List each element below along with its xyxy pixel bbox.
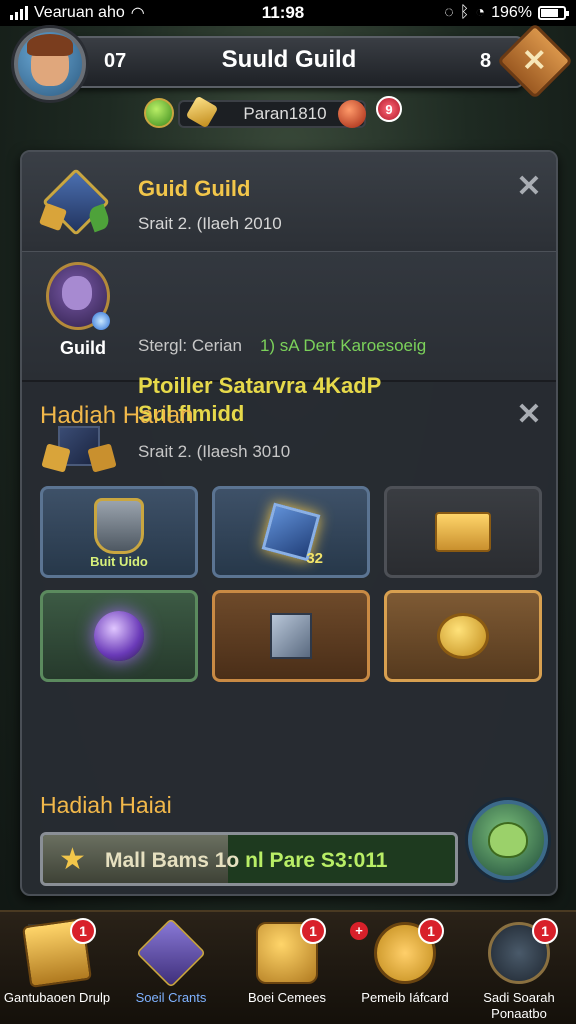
guild-card-close-icon[interactable]: ✕ xyxy=(514,172,544,202)
reward-tile[interactable] xyxy=(212,590,370,682)
player-level: 07 xyxy=(104,50,127,72)
progress-highlight: nl Pare S3:011 xyxy=(245,849,388,872)
battery-icon xyxy=(538,6,569,20)
nav-item-card[interactable]: + 1 Pemeib Iáfcard xyxy=(350,918,460,1022)
nav-label: Gantubaoen Drulp xyxy=(3,990,111,1005)
player-avatar[interactable] xyxy=(14,28,86,100)
header-count: 8 xyxy=(480,50,492,72)
currency-bar: Paran1810 9 xyxy=(142,95,412,132)
page-title: Suuld Guild xyxy=(221,46,357,73)
carrier-name: Vearuan aho xyxy=(34,4,125,21)
guild-chest-icon xyxy=(38,168,112,236)
guild-panel: Guid Guild Srait 2. (Ilaeh 2010 ✕ Ptoill… xyxy=(20,150,558,896)
reward-label: Buit Uido xyxy=(90,554,148,569)
daily-bonus-progress[interactable]: ★ Mall Bams 1o nl Pare S3:011 xyxy=(40,832,458,886)
currency-label: Paran1810 xyxy=(243,104,327,123)
red-gem-icon xyxy=(338,100,366,128)
armor-icon xyxy=(94,498,144,554)
nav-item-shop[interactable]: 1 Gantubaoen Drulp xyxy=(2,917,112,1022)
green-gem-icon xyxy=(144,98,174,128)
magic-orb-icon xyxy=(94,611,144,661)
star-icon: ★ xyxy=(59,843,86,876)
clock: 11:98 xyxy=(261,3,305,22)
reward-tile[interactable]: Buit Uido xyxy=(40,486,198,578)
reward-grid: Buit Uido 32 xyxy=(40,486,544,682)
guild-card[interactable]: Guid Guild Srait 2. (Ilaeh 2010 ✕ xyxy=(22,152,556,252)
wifi-icon: ◠ xyxy=(130,5,145,22)
member-card[interactable]: Ptoiller Satarvra 4KadP Sul flmidd xyxy=(22,252,556,426)
plus-icon: + xyxy=(350,922,368,940)
member-portrait-icon xyxy=(42,260,116,344)
member-meta-highlight: 1) sA Dert Karoesoeig xyxy=(259,336,427,355)
nav-item-crafts[interactable]: Soeil Crants xyxy=(116,917,226,1022)
reward-tile[interactable] xyxy=(384,590,542,682)
nav-label: Pemeib Iáfcard xyxy=(361,990,449,1005)
reward-tile[interactable] xyxy=(384,486,542,578)
daily-rewards-close-icon[interactable]: ✕ xyxy=(514,400,544,430)
nav-label: Boei Cemees xyxy=(247,990,327,1005)
nav-label: Sadi Soarah Ponaatbo xyxy=(483,990,555,1021)
header: 07 Suuld Guild 8 ✕ xyxy=(14,22,574,100)
silver-cube-icon xyxy=(270,613,312,659)
bluetooth-icon: ᛒ xyxy=(459,4,470,21)
gold-box-icon xyxy=(435,512,491,552)
reward-count: 32 xyxy=(306,550,323,567)
daily-rewards-subtitle: Srait 2. (Ilaesh 3010 xyxy=(138,442,291,461)
gold-coins-icon xyxy=(437,613,489,659)
nav-label: Soeil Crants xyxy=(135,990,207,1005)
progress-label: Mall Bams 1o xyxy=(105,849,240,872)
nav-badge: 1 xyxy=(70,918,96,944)
sync-icon: ◌ xyxy=(444,4,454,21)
guild-card-subtitle: Srait 2. (Ilaeh 2010 xyxy=(138,214,282,233)
pet-icon xyxy=(488,822,528,858)
nav-badge: 1 xyxy=(300,918,326,944)
close-icon: ✕ xyxy=(522,44,548,78)
reward-tile[interactable] xyxy=(40,590,198,682)
signal-icon xyxy=(10,6,28,20)
nav-item-search[interactable]: 1 Sadi Soarah Ponaatbo xyxy=(464,918,574,1022)
pet-button[interactable] xyxy=(468,800,548,880)
notification-badge[interactable]: 9 xyxy=(376,96,402,122)
avatar-face xyxy=(27,34,73,86)
member-card-title-line1: Ptoiller Satarvra 4KadP xyxy=(138,373,382,398)
bottom-nav: 1 Gantubaoen Drulp Soeil Crants 1 Boei C… xyxy=(0,910,576,1024)
hammer-icon xyxy=(135,917,207,989)
daily-bonus-title: Hadiah Haiai xyxy=(40,792,172,818)
alarm-icon: ◔ xyxy=(475,4,486,21)
reward-tile[interactable]: 32 xyxy=(212,486,370,578)
nav-item-chest[interactable]: 1 Boei Cemees xyxy=(232,918,342,1022)
member-meta-text: Stergl: Cerian xyxy=(138,336,242,355)
status-bar: Vearuan aho ◠ 11:98 ◌ ᛒ ◔ 196% xyxy=(0,0,576,26)
rewards-cube-icon xyxy=(41,426,117,474)
member-card-meta: Stergl: Cerian 1) sA Dert Karoesoeig xyxy=(138,336,426,356)
battery-percent: 196% xyxy=(491,4,532,21)
member-card-label: Guild xyxy=(60,338,106,358)
nav-badge: 1 xyxy=(418,918,444,944)
nav-badge: 1 xyxy=(532,918,558,944)
progress-text: Mall Bams 1o nl Pare S3:011 xyxy=(105,849,388,873)
guild-card-title: Guid Guild xyxy=(138,176,251,201)
